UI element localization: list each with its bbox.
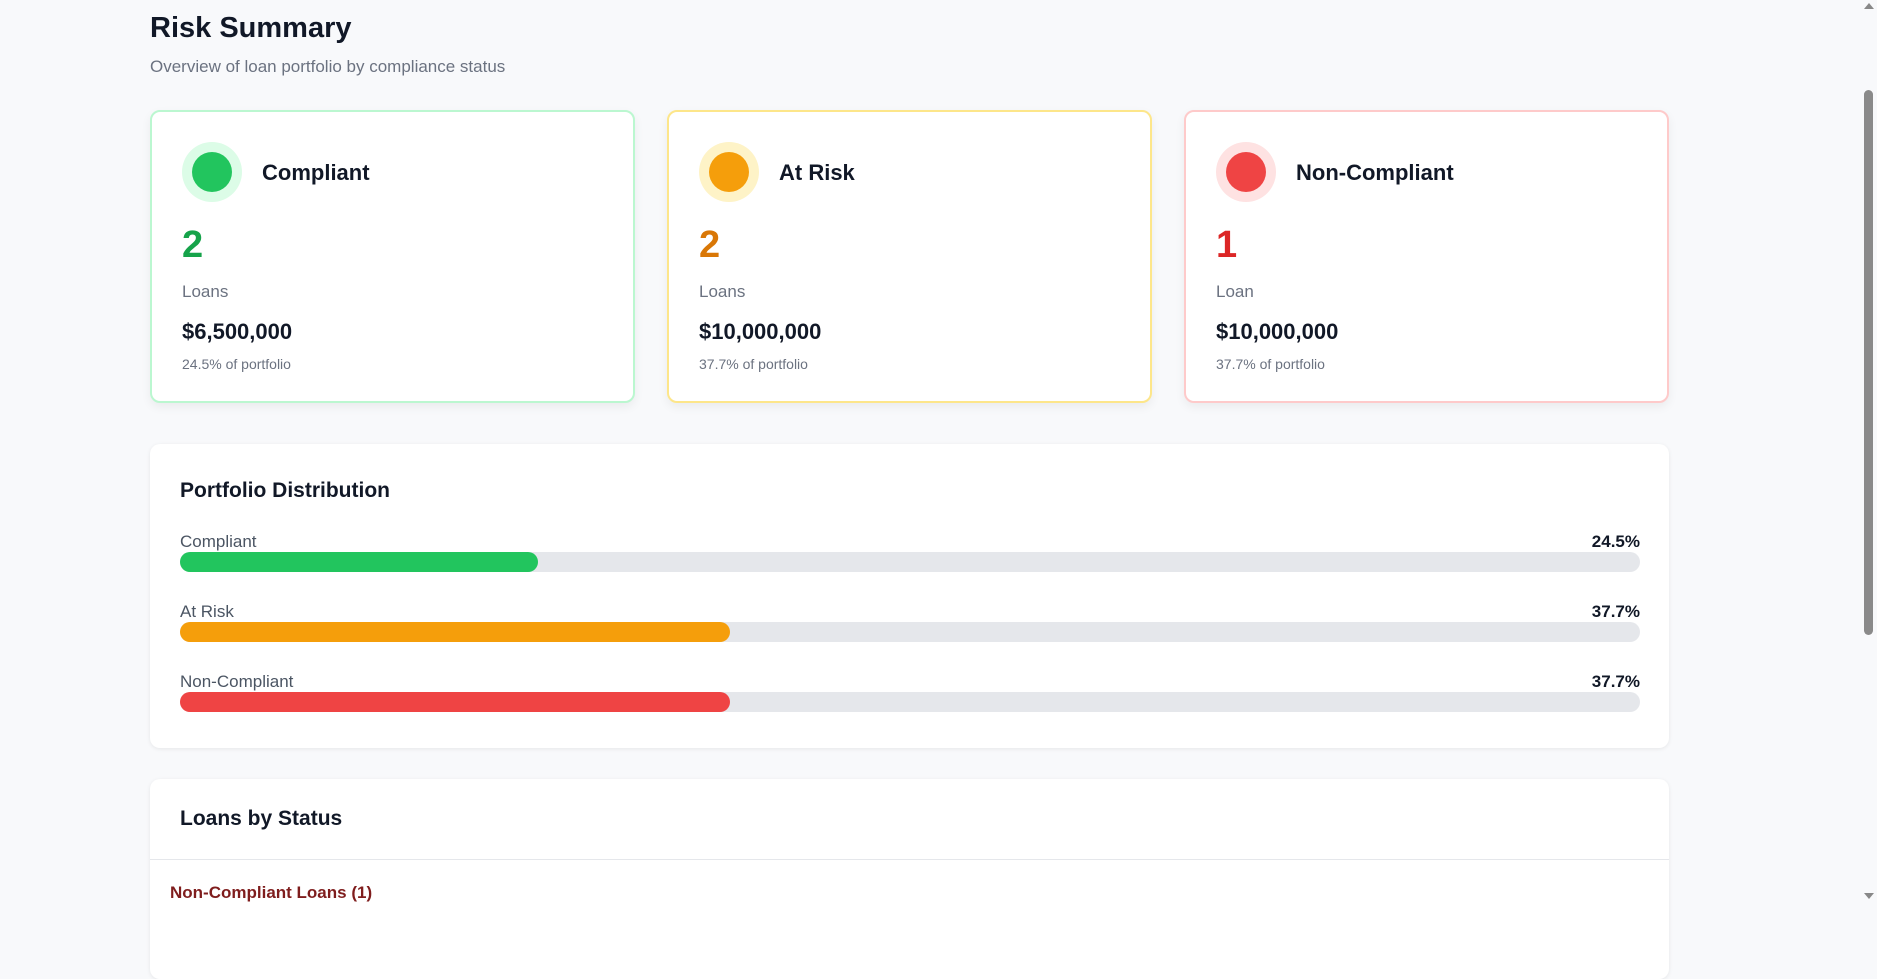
portfolio-share: 37.7% of portfolio (1216, 356, 1325, 372)
row-percent: 37.7% (1591, 602, 1640, 621)
portfolio-distribution-panel: Portfolio Distribution Compliant 24.5% A… (150, 444, 1669, 748)
progress-fill (180, 552, 538, 572)
portfolio-share: 24.5% of portfolio (182, 356, 291, 372)
portfolio-share: 37.7% of portfolio (699, 356, 808, 372)
progress-track (180, 552, 1640, 572)
at-risk-card: At Risk 2 Loans $10,000,000 37.7% of por… (667, 110, 1152, 403)
divider (150, 859, 1669, 860)
page-title: Risk Summary (150, 12, 352, 44)
loan-count-label: Loan (1216, 282, 1254, 301)
row-label: At Risk (180, 602, 234, 621)
row-label: Compliant (180, 532, 257, 551)
progress-fill (180, 692, 731, 712)
loans-by-status-panel: Loans by Status Non-Compliant Loans (1) (150, 779, 1669, 979)
loan-count: 2 (699, 224, 721, 266)
card-title: Compliant (262, 160, 370, 185)
panel-title: Portfolio Distribution (180, 479, 390, 502)
progress-track (180, 692, 1640, 712)
panel-title: Loans by Status (180, 807, 343, 830)
page-subtitle: Overview of loan portfolio by compliance… (150, 57, 506, 76)
compliant-card: Compliant 2 Loans $6,500,000 24.5% of po… (150, 110, 635, 403)
loan-count: 2 (182, 224, 204, 266)
loan-amount: $10,000,000 (1216, 319, 1339, 344)
scroll-down-arrow-icon[interactable] (1864, 893, 1874, 899)
row-percent: 37.7% (1591, 672, 1640, 691)
vertical-scrollbar[interactable] (1860, 0, 1877, 902)
non-compliant-card: Non-Compliant 1 Loan $10,000,000 37.7% o… (1184, 110, 1669, 403)
distribution-row-non-compliant: Non-Compliant 37.7% (180, 672, 1640, 722)
loan-count: 1 (1216, 224, 1238, 266)
non-compliant-group-header[interactable]: Non-Compliant Loans (1) (170, 883, 372, 903)
loan-count-label: Loans (182, 282, 229, 301)
loan-amount: $10,000,000 (699, 319, 822, 344)
scrollbar-thumb[interactable] (1864, 90, 1873, 635)
status-dot-icon (699, 142, 759, 202)
status-cards: Compliant 2 Loans $6,500,000 24.5% of po… (150, 110, 1669, 403)
distribution-row-at-risk: At Risk 37.7% (180, 602, 1640, 652)
scroll-up-arrow-icon[interactable] (1864, 3, 1874, 9)
progress-track (180, 622, 1640, 642)
status-dot-icon (182, 142, 242, 202)
status-dot-icon (1216, 142, 1276, 202)
distribution-row-compliant: Compliant 24.5% (180, 532, 1640, 582)
progress-fill (180, 622, 731, 642)
card-title: Non-Compliant (1296, 160, 1454, 185)
loan-amount: $6,500,000 (182, 319, 293, 344)
card-title: At Risk (779, 160, 855, 185)
row-label: Non-Compliant (180, 672, 294, 691)
row-percent: 24.5% (1591, 532, 1640, 551)
loan-count-label: Loans (699, 282, 746, 301)
